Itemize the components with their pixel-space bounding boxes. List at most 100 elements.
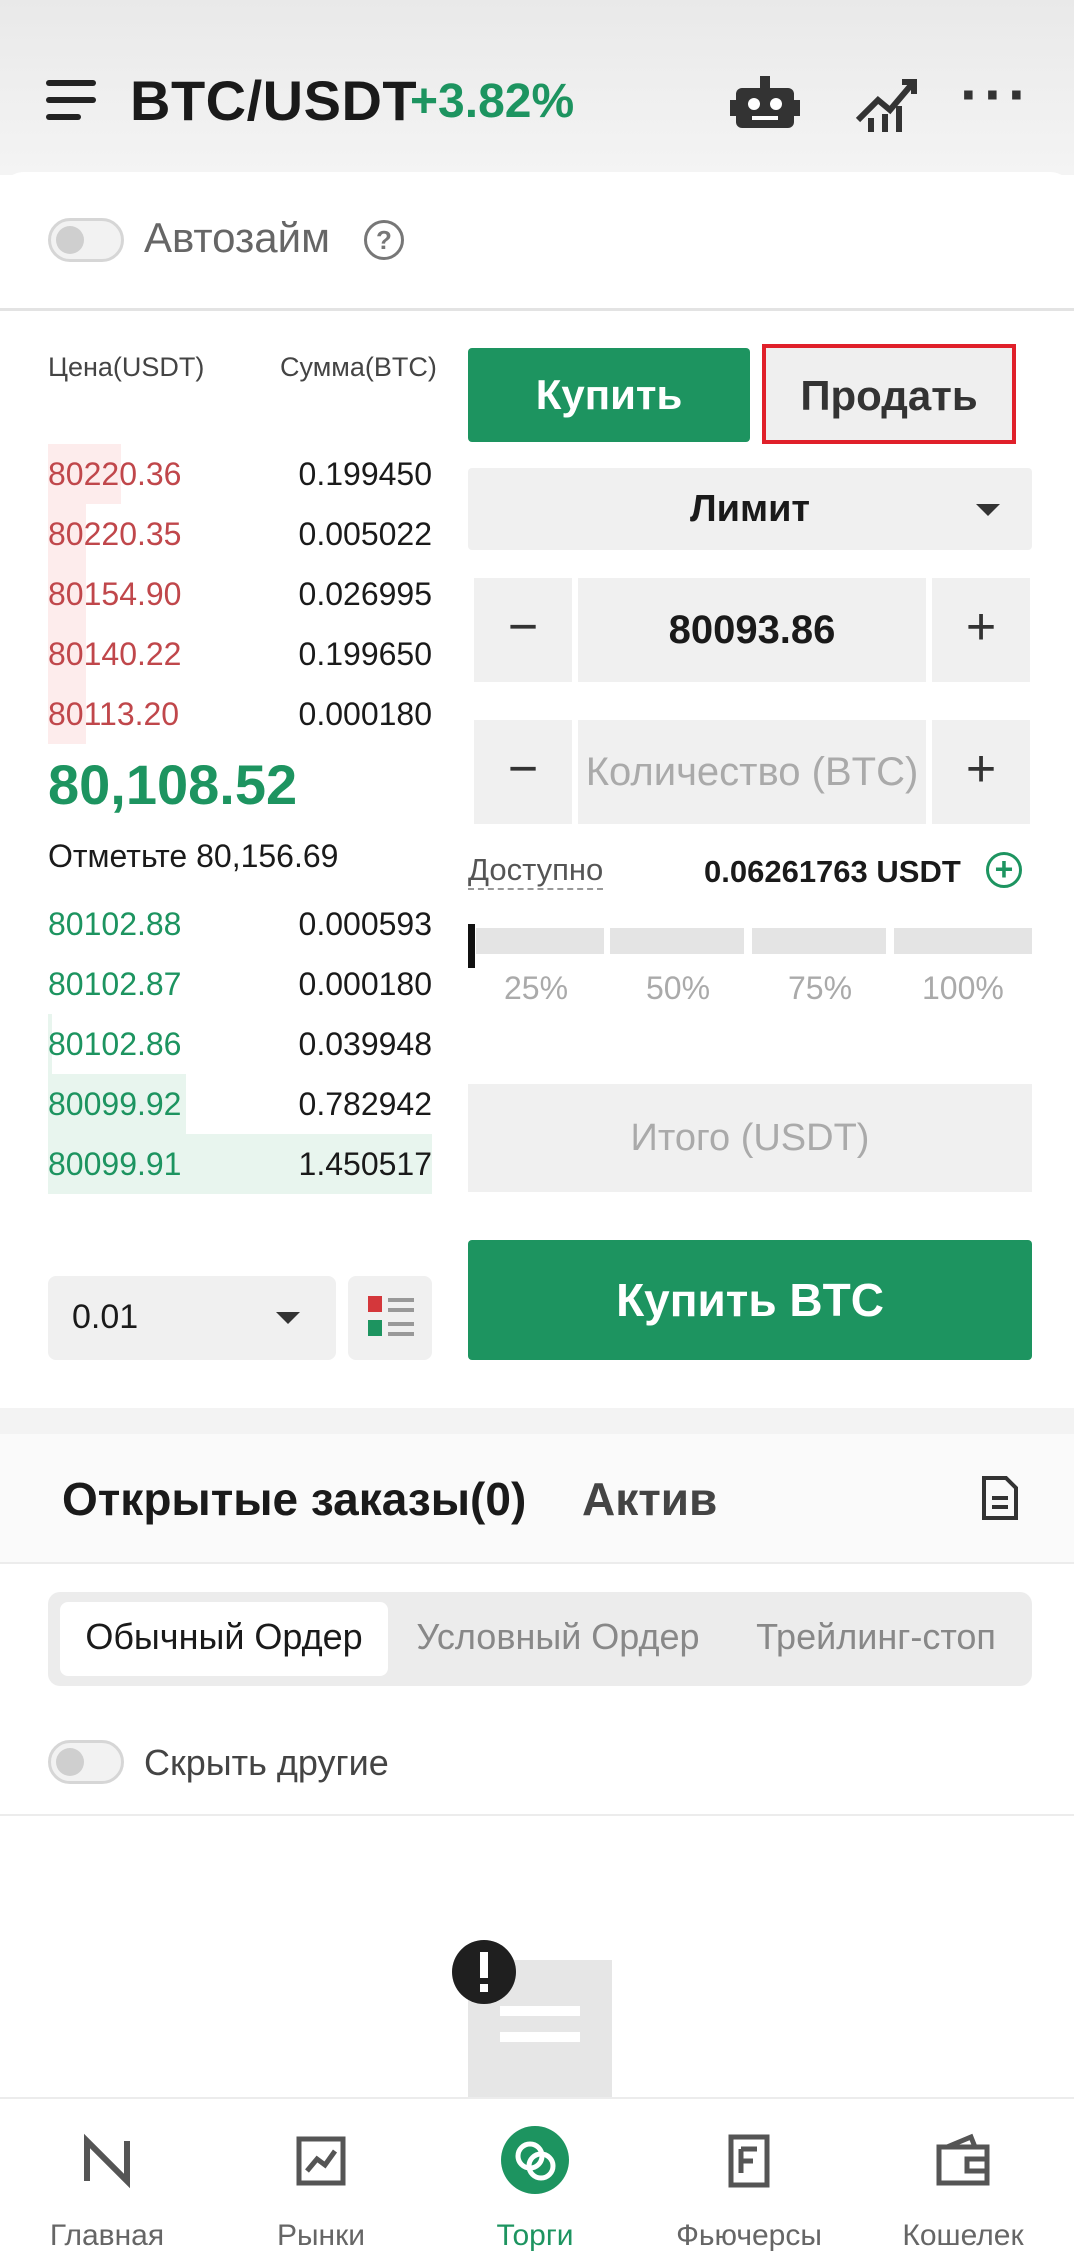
orderbook-layout-icon[interactable] — [348, 1276, 432, 1360]
nav-wallet[interactable]: Кошелек — [856, 2099, 1070, 2267]
hide-others-label: Скрыть другие — [144, 1742, 389, 1783]
ask-order-row[interactable]: 80220.35 0.005022 — [48, 504, 432, 564]
buy-tab[interactable]: Купить — [468, 348, 750, 442]
order-amount: 0.782942 — [298, 1086, 432, 1122]
buy-btc-button[interactable]: Купить BTC — [468, 1240, 1032, 1360]
autoloan-toggle[interactable] — [48, 218, 124, 262]
ask-order-row[interactable]: 80220.36 0.199450 — [48, 444, 432, 504]
order-amount: 0.000180 — [298, 966, 432, 1002]
order-amount: 0.026995 — [298, 576, 432, 612]
ask-order-row[interactable]: 80140.22 0.199650 — [48, 624, 432, 684]
order-price: 80220.36 — [48, 456, 182, 492]
pair-title[interactable]: BTC/USDT — [130, 68, 417, 133]
bid-order-row[interactable]: 80102.88 0.000593 — [48, 894, 432, 954]
quantity-decrement-button[interactable]: − — [474, 720, 572, 824]
mark-price: Отметьте 80,156.69 — [48, 838, 339, 874]
chevron-down-icon — [276, 1312, 300, 1324]
empty-orders-illustration — [448, 1940, 618, 2100]
precision-value: 0.01 — [72, 1298, 139, 1336]
bid-order-row[interactable]: 80102.86 0.039948 — [48, 1014, 432, 1074]
segment-regular-order[interactable]: Обычный Ордер — [60, 1602, 388, 1676]
slider-segment — [610, 928, 744, 954]
quantity-input[interactable]: Количество (BTC) — [578, 720, 926, 824]
help-icon[interactable]: ? — [364, 220, 404, 260]
price-column-header: Цена(USDT) — [48, 352, 205, 382]
ask-order-row[interactable]: 80113.20 0.000180 — [48, 684, 432, 744]
nav-label: Кошелек — [902, 2219, 1024, 2252]
order-type-select[interactable]: Лимит — [468, 468, 1032, 550]
nav-trade[interactable]: Торги — [428, 2099, 642, 2267]
price-increment-button[interactable]: + — [932, 578, 1030, 682]
order-price: 80099.92 — [48, 1086, 182, 1122]
robot-icon[interactable] — [730, 68, 800, 138]
wallet-icon — [933, 2131, 993, 2191]
price-stepper: − 80093.86 + — [474, 578, 1030, 682]
price-decrement-button[interactable]: − — [474, 578, 572, 682]
slider-handle[interactable] — [468, 924, 475, 968]
nav-markets[interactable]: Рынки — [214, 2099, 428, 2267]
price-change: +3.82% — [410, 75, 575, 128]
section-divider — [0, 1408, 1074, 1434]
ask-order-row[interactable]: 80154.90 0.026995 — [48, 564, 432, 624]
segment-trailing-stop[interactable]: Трейлинг-стоп — [728, 1602, 1024, 1676]
tab-assets[interactable]: Актив — [582, 1472, 717, 1526]
order-price: 80220.35 — [48, 516, 182, 552]
nav-label: Фьючерсы — [676, 2219, 822, 2252]
last-price[interactable]: 80,108.52 — [48, 752, 297, 817]
quantity-increment-button[interactable]: + — [932, 720, 1030, 824]
menu-icon[interactable] — [46, 80, 96, 124]
order-amount: 0.005022 — [298, 516, 432, 552]
sell-tab[interactable]: Продать — [762, 344, 1016, 444]
tab-open-orders[interactable]: Открытые заказы(0) — [62, 1472, 526, 1526]
bid-order-row[interactable]: 80099.92 0.782942 — [48, 1074, 432, 1134]
nav-label: Главная — [49, 2219, 165, 2252]
slider-label-75[interactable]: 75% — [788, 970, 852, 1007]
autoloan-label: Автозайм — [144, 214, 331, 261]
bottom-nav: Главная Рынки Торги Фьючерсы Кошелек — [0, 2097, 1074, 2267]
order-price: 80154.90 — [48, 576, 182, 612]
order-amount: 0.000593 — [298, 906, 432, 942]
slider-label-25[interactable]: 25% — [504, 970, 568, 1007]
divider — [0, 1814, 1074, 1816]
home-icon — [77, 2131, 137, 2191]
order-amount: 0.000180 — [298, 696, 432, 732]
slider-segment — [476, 928, 604, 954]
order-type-segments: Обычный Ордер Условный Ордер Трейлинг-ст… — [48, 1592, 1032, 1686]
bid-order-row[interactable]: 80099.91 1.450517 — [48, 1134, 432, 1194]
add-funds-icon[interactable]: + — [986, 852, 1022, 888]
order-price: 80140.22 — [48, 636, 182, 672]
chevron-down-icon — [976, 504, 1000, 516]
order-amount: 0.199450 — [298, 456, 432, 492]
order-amount: 0.039948 — [298, 1026, 432, 1062]
slider-label-100[interactable]: 100% — [922, 970, 1004, 1007]
slider-segment — [752, 928, 886, 954]
slider-segment — [894, 928, 1032, 954]
kline-chart-icon[interactable] — [852, 68, 922, 138]
order-price: 80113.20 — [48, 696, 180, 732]
trade-icon — [500, 2125, 570, 2195]
divider — [0, 308, 1074, 311]
available-value: 0.06261763 USDT — [704, 854, 961, 889]
nav-label: Рынки — [276, 2219, 366, 2252]
markets-icon — [291, 2131, 351, 2191]
order-type-value: Лимит — [689, 488, 811, 530]
order-history-icon[interactable] — [980, 1474, 1020, 1522]
hide-others-toggle[interactable] — [48, 1740, 124, 1784]
price-input[interactable]: 80093.86 — [578, 578, 926, 682]
nav-label: Торги — [496, 2219, 574, 2252]
order-amount: 1.450517 — [298, 1146, 432, 1182]
top-bar: BTC/USDT +3.82% ··· — [0, 0, 1074, 175]
nav-futures[interactable]: Фьючерсы — [642, 2099, 856, 2267]
available-label[interactable]: Доступно — [468, 852, 604, 890]
precision-select[interactable]: 0.01 — [48, 1276, 336, 1360]
total-input[interactable]: Итого (USDT) — [468, 1084, 1032, 1192]
segment-conditional-order[interactable]: Условный Ордер — [400, 1602, 716, 1676]
order-amount: 0.199650 — [298, 636, 432, 672]
slider-label-50[interactable]: 50% — [646, 970, 710, 1007]
nav-home[interactable]: Главная — [0, 2099, 214, 2267]
amount-slider[interactable] — [468, 924, 1032, 968]
more-icon[interactable]: ··· — [960, 60, 1030, 130]
bid-order-row[interactable]: 80102.87 0.000180 — [48, 954, 432, 1014]
order-price: 80102.88 — [48, 906, 182, 942]
orders-tab-bar: Открытые заказы(0) Актив — [0, 1434, 1074, 1564]
